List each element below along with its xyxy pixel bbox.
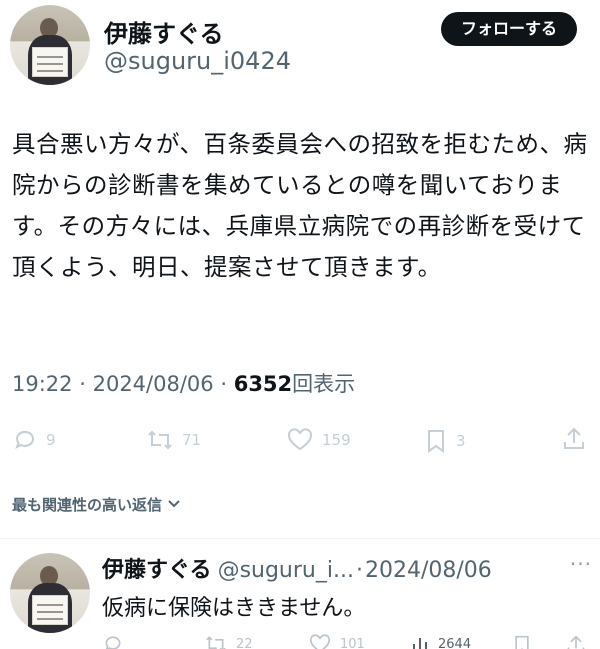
author-handle[interactable]: @suguru_i0424 bbox=[104, 47, 291, 75]
reply-reply-button[interactable] bbox=[102, 634, 124, 649]
author-avatar[interactable] bbox=[10, 5, 90, 85]
bookmark-icon bbox=[424, 428, 448, 454]
reply-count: 9 bbox=[46, 431, 56, 449]
reply-bookmark-button[interactable] bbox=[512, 634, 532, 649]
replies-sort-selector[interactable]: 最も関連性の高い返信 bbox=[12, 494, 182, 515]
more-icon[interactable]: ··· bbox=[570, 552, 592, 576]
author-name[interactable]: 伊藤すぐる bbox=[104, 14, 224, 49]
bookmark-count: 3 bbox=[456, 432, 466, 450]
meta-separator: · bbox=[220, 372, 228, 396]
meta-separator: · bbox=[79, 372, 86, 396]
share-button[interactable] bbox=[562, 426, 586, 452]
tweet-meta: 19:22 · 2024/08/06 · 6352回表示 bbox=[12, 368, 355, 398]
reply-like-count: 101 bbox=[340, 636, 365, 649]
views-icon bbox=[410, 634, 430, 649]
reply-like-button[interactable]: 101 bbox=[308, 634, 365, 649]
reply-author-avatar[interactable] bbox=[10, 553, 90, 633]
reply-text: 仮病に保険はききません。 bbox=[102, 596, 366, 621]
views-label: 回表示 bbox=[292, 372, 356, 396]
bookmark-icon bbox=[512, 634, 532, 649]
chevron-down-icon bbox=[166, 495, 182, 515]
heart-icon bbox=[286, 428, 314, 452]
reply-separator: · bbox=[355, 558, 363, 583]
reply-views-count: 2644 bbox=[438, 636, 472, 649]
reply-icon bbox=[12, 428, 38, 452]
reply-author-handle[interactable]: @suguru_i... bbox=[218, 558, 354, 583]
reply-repost-button[interactable]: 22 bbox=[204, 634, 253, 649]
replies-sort-label: 最も関連性の高い返信 bbox=[12, 496, 163, 514]
reply-repost-count: 22 bbox=[236, 636, 253, 649]
follow-button[interactable]: フォローする bbox=[441, 12, 577, 46]
reply-views-button[interactable]: 2644 bbox=[410, 634, 471, 649]
bookmark-button[interactable]: 3 bbox=[424, 428, 466, 454]
share-icon bbox=[566, 634, 586, 649]
views-count: 6352 bbox=[233, 372, 293, 396]
reply-share-button[interactable] bbox=[566, 634, 586, 649]
repost-button[interactable]: 71 bbox=[146, 428, 201, 452]
reply-header: 伊藤すぐる @suguru_i... · 2024/08/06 ··· bbox=[102, 552, 592, 584]
reply-author-name[interactable]: 伊藤すぐる bbox=[102, 552, 212, 584]
like-count: 159 bbox=[322, 431, 351, 449]
heart-icon bbox=[308, 634, 332, 649]
tweet-time[interactable]: 19:22 bbox=[12, 372, 73, 396]
reply-icon bbox=[102, 634, 124, 649]
reply-date[interactable]: 2024/08/06 bbox=[365, 558, 492, 583]
repost-count: 71 bbox=[182, 431, 202, 449]
like-button[interactable]: 159 bbox=[286, 428, 351, 452]
reply-button[interactable]: 9 bbox=[12, 428, 56, 452]
tweet-date[interactable]: 2024/08/06 bbox=[93, 372, 214, 396]
share-icon bbox=[562, 426, 586, 452]
tweet-text: 具合悪い方々が、百条委員会への招致を拒むため、病院からの診断書を集めているとの噂… bbox=[12, 130, 588, 281]
divider bbox=[0, 538, 600, 539]
repost-icon bbox=[204, 634, 228, 649]
repost-icon bbox=[146, 428, 174, 452]
